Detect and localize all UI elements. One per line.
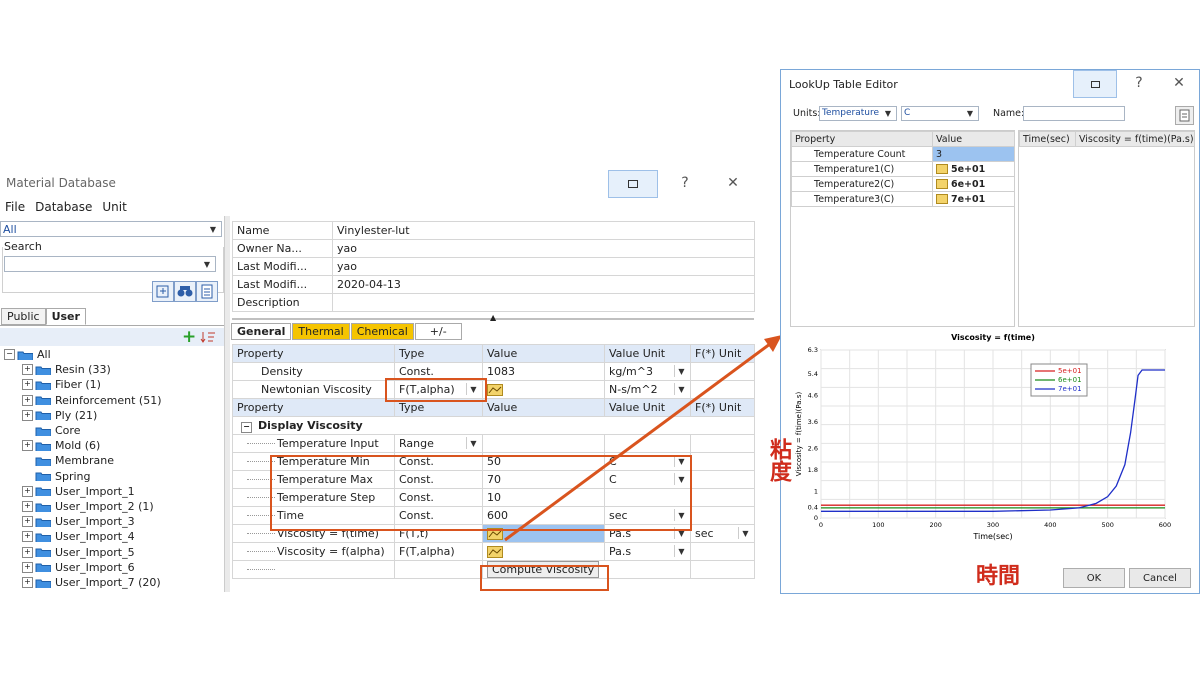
- units-value: Temperature: [822, 108, 880, 118]
- lookup-value[interactable]: 3: [932, 146, 1015, 162]
- time-annotation: 時間: [976, 564, 1021, 589]
- x-tick-label: 200: [929, 521, 941, 529]
- name-label: Name:: [993, 108, 1025, 119]
- lookup-property: Temperature3(C): [791, 191, 933, 207]
- x-axis-label: Time(sec): [972, 532, 1012, 541]
- lookup-property: Temperature2(C): [791, 176, 933, 192]
- lookup-property: Temperature Count: [791, 146, 933, 162]
- y-tick-label: 3.6: [808, 418, 818, 426]
- lookup-property-panel: Property Value Temperature Count 3 Temperatu…: [790, 130, 1015, 327]
- chart-icon: [936, 179, 948, 189]
- legend-label: 5e+01: [1058, 367, 1082, 375]
- lookup-row: Temperature1(C) 5e+01: [791, 161, 1015, 177]
- lookup-data-table: Time(sec) Viscosity = f(time)(Pa.s): [1019, 131, 1195, 147]
- x-tick-label: 100: [872, 521, 884, 529]
- lookup-value-text: 3: [936, 148, 943, 160]
- x-tick-label: 300: [987, 521, 999, 529]
- cancel-button[interactable]: Cancel: [1129, 568, 1191, 588]
- col-property[interactable]: Property: [791, 131, 933, 147]
- y-tick-label: 4.6: [808, 391, 818, 399]
- chevron-down-icon: ▼: [884, 109, 892, 118]
- lookup-value-text: 7e+01: [951, 193, 986, 205]
- lookup-value[interactable]: 6e+01: [932, 176, 1015, 192]
- lookup-value[interactable]: 5e+01: [932, 161, 1015, 177]
- unit-select[interactable]: C ▼: [901, 106, 979, 121]
- col-time[interactable]: Time(sec): [1019, 131, 1076, 147]
- y-axis-label: Viscosity = f(time)(Pa.s): [795, 392, 803, 477]
- unit-value: C: [904, 108, 911, 118]
- x-tick-label: 400: [1044, 521, 1056, 529]
- chart-icon: [936, 194, 948, 204]
- y-tick-label: 1.8: [808, 466, 818, 474]
- y-tick-label: 5.4: [808, 370, 818, 378]
- lookup-data-panel: Time(sec) Viscosity = f(time)(Pa.s): [1018, 130, 1195, 327]
- help-button[interactable]: ?: [1124, 70, 1154, 96]
- name-input[interactable]: [1023, 106, 1125, 121]
- lookup-value[interactable]: 7e+01: [932, 191, 1015, 207]
- x-tick-label: 600: [1159, 521, 1171, 529]
- legend-label: 6e+01: [1058, 376, 1082, 384]
- y-tick-label: 6.3: [808, 346, 818, 354]
- legend-label: 7e+01: [1058, 385, 1082, 393]
- x-tick-label: 500: [1101, 521, 1113, 529]
- lookup-row: Temperature3(C) 7e+01: [791, 191, 1015, 207]
- header-row: Property Value: [791, 131, 1015, 147]
- close-button[interactable]: ✕: [1164, 70, 1194, 96]
- lookup-value-text: 6e+01: [951, 178, 986, 190]
- col-viscosity[interactable]: Viscosity = f(time)(Pa.s): [1075, 131, 1195, 147]
- viscosity-annotation: 粘度: [766, 438, 791, 488]
- restore-button[interactable]: [1073, 70, 1117, 98]
- lookup-table-editor-window: LookUp Table Editor ? ✕ Units: Temperatu…: [780, 69, 1200, 594]
- x-tick-label: 0: [819, 521, 823, 529]
- viscosity-chart: Viscosity = f(time) 0 100 200 300 400 500 600 0 0…: [795, 333, 1171, 541]
- y-tick-label: 0.4: [808, 503, 818, 511]
- lookup-row: Temperature2(C) 6e+01: [791, 176, 1015, 192]
- restore-icon: [1090, 80, 1100, 88]
- col-value[interactable]: Value: [932, 131, 1015, 147]
- chart-icon: [936, 164, 948, 174]
- y-tick-label: 2.6: [808, 445, 818, 453]
- lookup-property: Temperature1(C): [791, 161, 933, 177]
- calculator-icon: [1179, 109, 1190, 122]
- lookup-row: Temperature Count 3: [791, 146, 1015, 162]
- lookup-value-text: 5e+01: [951, 163, 986, 175]
- table-view-button[interactable]: [1175, 106, 1194, 125]
- lookup-property-table: Property Value Temperature Count 3 Temperatu…: [791, 131, 1015, 207]
- y-tick-label: 1: [814, 487, 818, 495]
- chevron-down-icon: ▼: [966, 109, 974, 118]
- viscosity-annotation-text: 粘度: [766, 438, 791, 482]
- units-label: Units:: [793, 108, 821, 119]
- units-select[interactable]: Temperature ▼: [819, 106, 897, 121]
- window-title: LookUp Table Editor: [789, 78, 898, 91]
- ok-button[interactable]: OK: [1063, 568, 1125, 588]
- y-tick-label: 0: [814, 514, 818, 522]
- chart-title: Viscosity = f(time): [951, 333, 1035, 342]
